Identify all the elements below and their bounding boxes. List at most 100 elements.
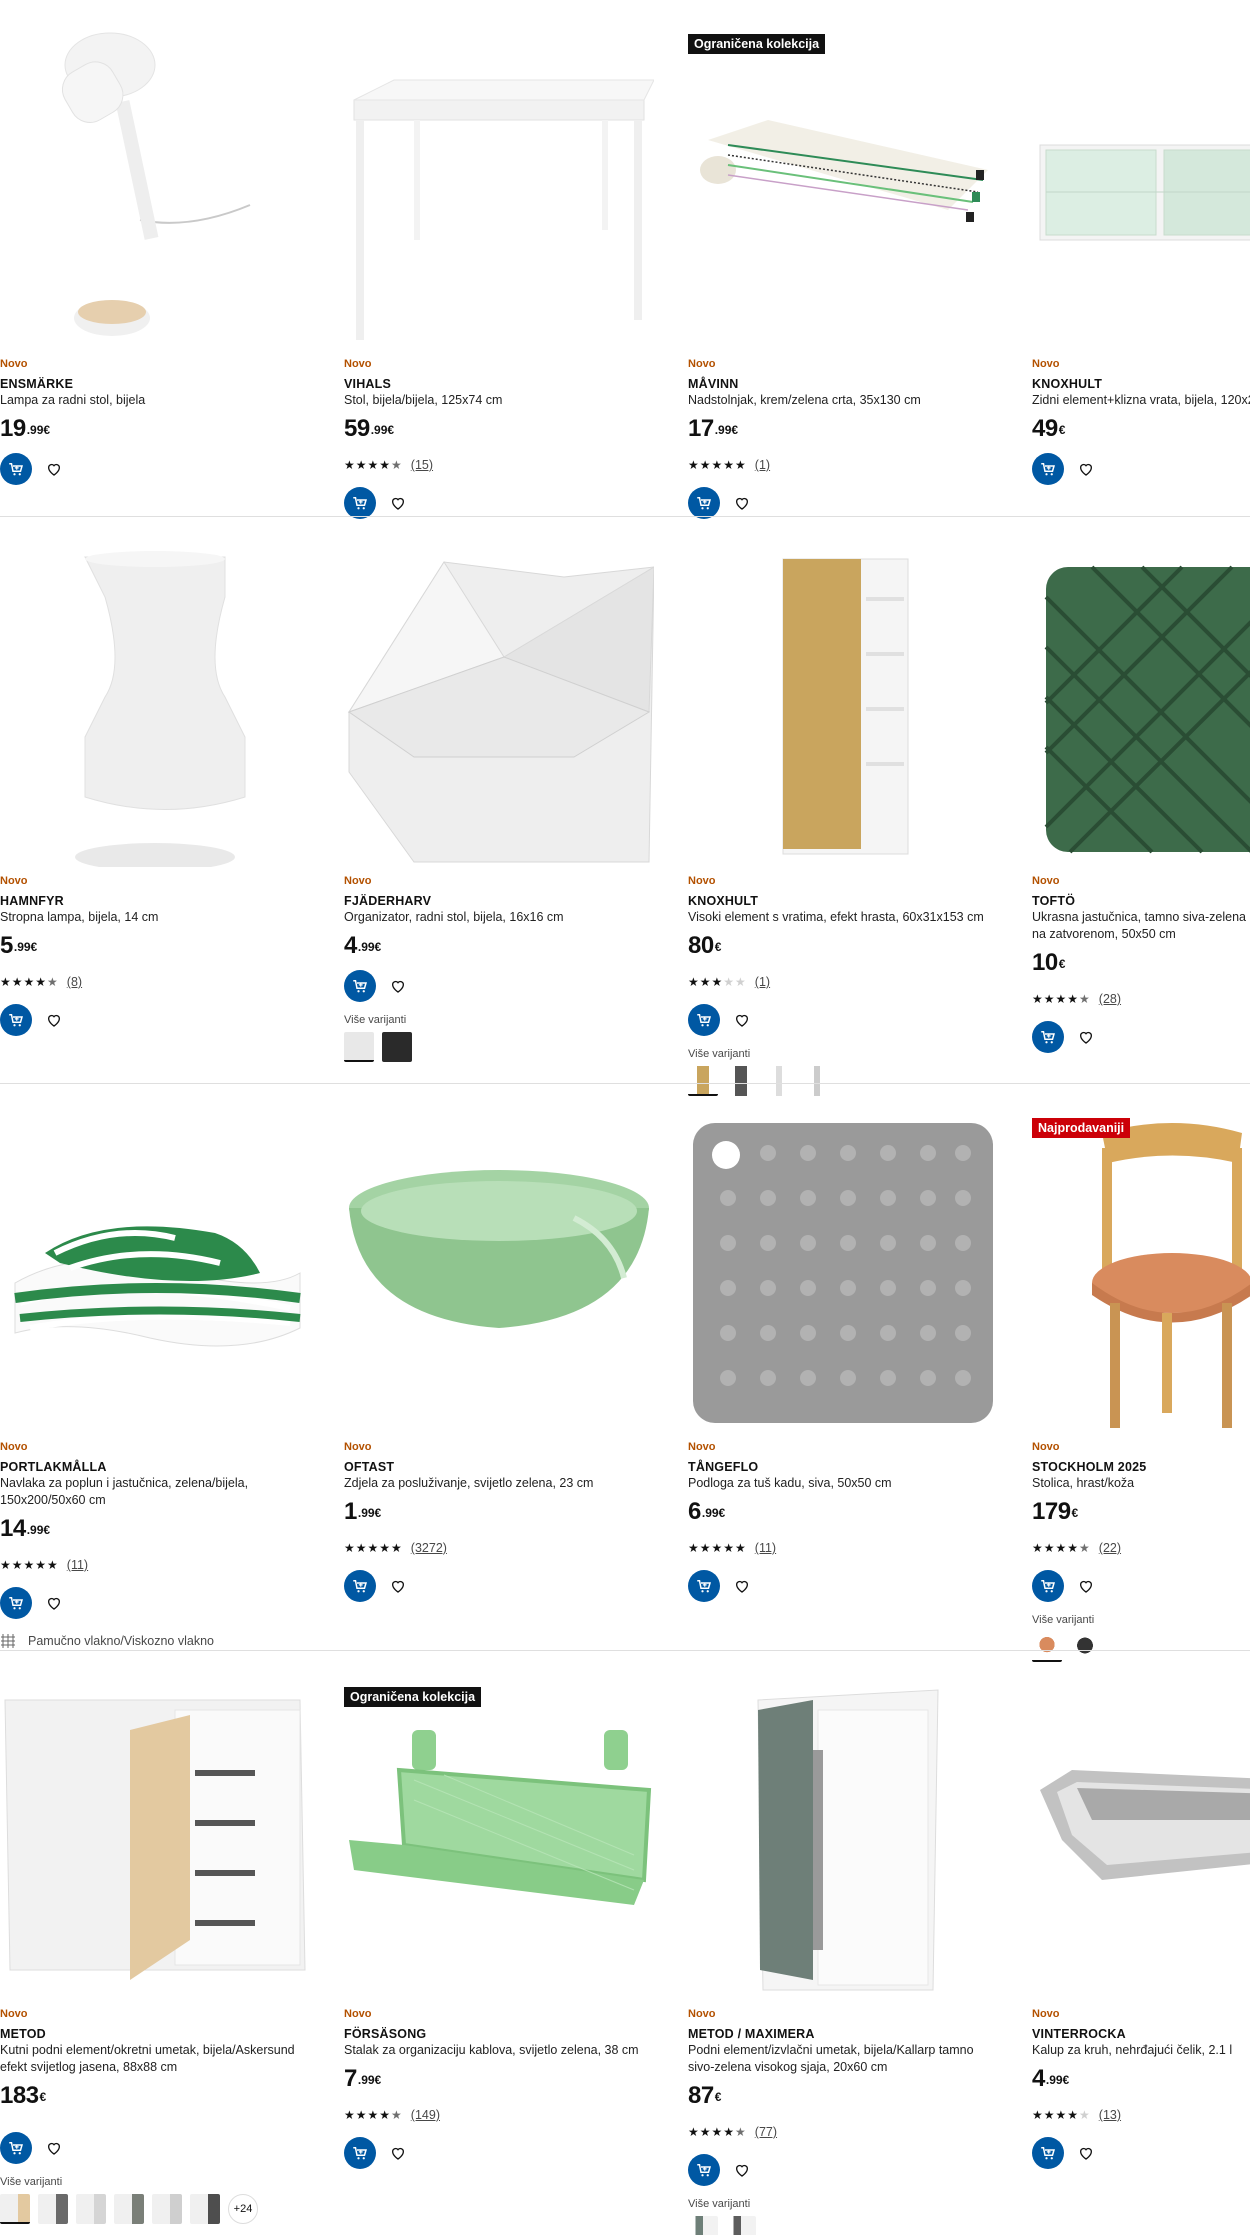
favourite-button[interactable] <box>38 1587 70 1619</box>
product-name[interactable]: KNOXHULT <box>688 894 1032 909</box>
product-rating[interactable]: ★★★★★ (11) <box>688 1540 1032 1556</box>
add-to-cart-button[interactable] <box>688 1004 720 1036</box>
variant-swatch-4[interactable] <box>114 2194 144 2224</box>
review-count[interactable]: (77) <box>755 2125 777 2139</box>
favourite-button[interactable] <box>1070 1570 1102 1602</box>
favourite-button[interactable] <box>726 1570 758 1602</box>
product-image[interactable] <box>1032 1103 1250 1433</box>
add-to-cart-button[interactable] <box>0 2132 32 2164</box>
add-to-cart-button[interactable] <box>344 487 376 519</box>
review-count[interactable]: (3272) <box>411 1541 447 1555</box>
product-name[interactable]: OFTAST <box>344 1460 688 1475</box>
review-count[interactable]: (11) <box>67 1558 88 1572</box>
product-name[interactable]: ENSMÄRKE <box>0 377 344 392</box>
review-count[interactable]: (22) <box>1099 1541 1121 1555</box>
product-image[interactable] <box>344 1670 654 2000</box>
product-name[interactable]: STOCKHOLM 2025 <box>1032 1460 1250 1475</box>
variant-swatch-black[interactable] <box>382 1032 412 1062</box>
product-image[interactable] <box>0 537 310 867</box>
favourite-button[interactable] <box>1070 1021 1102 1053</box>
favourite-button[interactable] <box>38 1004 70 1036</box>
product-rating[interactable]: ★★★★★ (15) <box>344 457 688 473</box>
review-count[interactable]: (149) <box>411 2108 440 2122</box>
variant-swatch-light[interactable] <box>802 1066 832 1096</box>
favourite-button[interactable] <box>38 2132 70 2164</box>
review-count[interactable]: (28) <box>1099 992 1121 1006</box>
review-count[interactable]: (11) <box>755 1541 776 1555</box>
variant-swatch-1[interactable] <box>688 2216 718 2235</box>
product-name[interactable]: TOFTÖ <box>1032 894 1250 909</box>
favourite-button[interactable] <box>1070 453 1102 485</box>
product-name[interactable]: FJÄDERHARV <box>344 894 688 909</box>
favourite-button[interactable] <box>382 487 414 519</box>
product-rating[interactable]: ★★★★★ (11) <box>0 1557 344 1573</box>
add-to-cart-button[interactable] <box>0 1004 32 1036</box>
product-rating[interactable]: ★★★★★ (77) <box>688 2124 1032 2140</box>
add-to-cart-button[interactable] <box>1032 453 1064 485</box>
product-name[interactable]: VINTERROCKA <box>1032 2027 1250 2042</box>
product-name[interactable]: METOD <box>0 2027 344 2042</box>
favourite-button[interactable] <box>726 487 758 519</box>
variant-swatch-6[interactable] <box>190 2194 220 2224</box>
product-rating[interactable]: ★★★★★ (28) <box>1032 991 1250 1007</box>
product-rating[interactable]: ★★★★★ (13) <box>1032 2107 1250 2123</box>
variant-swatch-oak[interactable] <box>688 1066 718 1096</box>
variant-swatch-dark[interactable] <box>1070 1632 1100 1662</box>
product-rating[interactable]: ★★★★★ (1) <box>688 457 1032 473</box>
variant-swatch-2[interactable] <box>726 2216 756 2235</box>
favourite-button[interactable] <box>726 2154 758 2186</box>
more-variants-count[interactable]: +24 <box>228 2194 258 2224</box>
product-name[interactable]: METOD / MAXIMERA <box>688 2027 1032 2042</box>
product-rating[interactable]: ★★★★★ (149) <box>344 2107 688 2123</box>
review-count[interactable]: (8) <box>67 975 82 989</box>
product-image[interactable] <box>0 20 310 350</box>
add-to-cart-button[interactable] <box>344 2137 376 2169</box>
product-image[interactable] <box>1032 20 1250 350</box>
favourite-button[interactable] <box>382 2137 414 2169</box>
add-to-cart-button[interactable] <box>344 970 376 1002</box>
product-image[interactable] <box>1032 1670 1250 2000</box>
product-name[interactable]: FÖRSÄSONG <box>344 2027 688 2042</box>
product-name[interactable]: MÅVINN <box>688 377 1032 392</box>
product-image[interactable] <box>688 1670 998 2000</box>
review-count[interactable]: (1) <box>755 458 770 472</box>
product-name[interactable]: TÅNGEFLO <box>688 1460 1032 1475</box>
product-name[interactable]: HAMNFYR <box>0 894 344 909</box>
variant-swatch-3[interactable] <box>76 2194 106 2224</box>
favourite-button[interactable] <box>1070 2137 1102 2169</box>
review-count[interactable]: (13) <box>1099 2108 1121 2122</box>
variant-swatch-grey[interactable] <box>726 1066 756 1096</box>
add-to-cart-button[interactable] <box>0 453 32 485</box>
product-image[interactable] <box>344 537 654 867</box>
add-to-cart-button[interactable] <box>688 2154 720 2186</box>
add-to-cart-button[interactable] <box>688 1570 720 1602</box>
product-image[interactable] <box>0 1103 310 1433</box>
add-to-cart-button[interactable] <box>0 1587 32 1619</box>
product-image[interactable] <box>688 1103 998 1433</box>
variant-swatch-white[interactable] <box>344 1032 374 1062</box>
product-name[interactable]: KNOXHULT <box>1032 377 1250 392</box>
product-image[interactable] <box>688 537 998 867</box>
review-count[interactable]: (15) <box>411 458 433 472</box>
add-to-cart-button[interactable] <box>344 1570 376 1602</box>
product-rating[interactable]: ★★★★★ (3272) <box>344 1540 688 1556</box>
add-to-cart-button[interactable] <box>1032 1570 1064 1602</box>
product-name[interactable]: PORTLAKMÅLLA <box>0 1460 344 1475</box>
review-count[interactable]: (1) <box>755 975 770 989</box>
variant-swatch-2[interactable] <box>38 2194 68 2224</box>
add-to-cart-button[interactable] <box>1032 1021 1064 1053</box>
variant-swatch-white[interactable] <box>764 1066 794 1096</box>
variant-swatch-1[interactable] <box>0 2194 30 2224</box>
favourite-button[interactable] <box>382 970 414 1002</box>
product-rating[interactable]: ★★★★★ (8) <box>0 974 344 990</box>
variant-swatch-5[interactable] <box>152 2194 182 2224</box>
product-image[interactable] <box>344 1103 654 1433</box>
product-image[interactable] <box>344 20 654 350</box>
product-image[interactable] <box>1032 537 1250 867</box>
favourite-button[interactable] <box>382 1570 414 1602</box>
variant-swatch-oak[interactable] <box>1032 1632 1062 1662</box>
add-to-cart-button[interactable] <box>688 487 720 519</box>
add-to-cart-button[interactable] <box>1032 2137 1064 2169</box>
product-rating[interactable]: ★★★★★ (22) <box>1032 1540 1250 1556</box>
product-image[interactable] <box>688 20 998 350</box>
